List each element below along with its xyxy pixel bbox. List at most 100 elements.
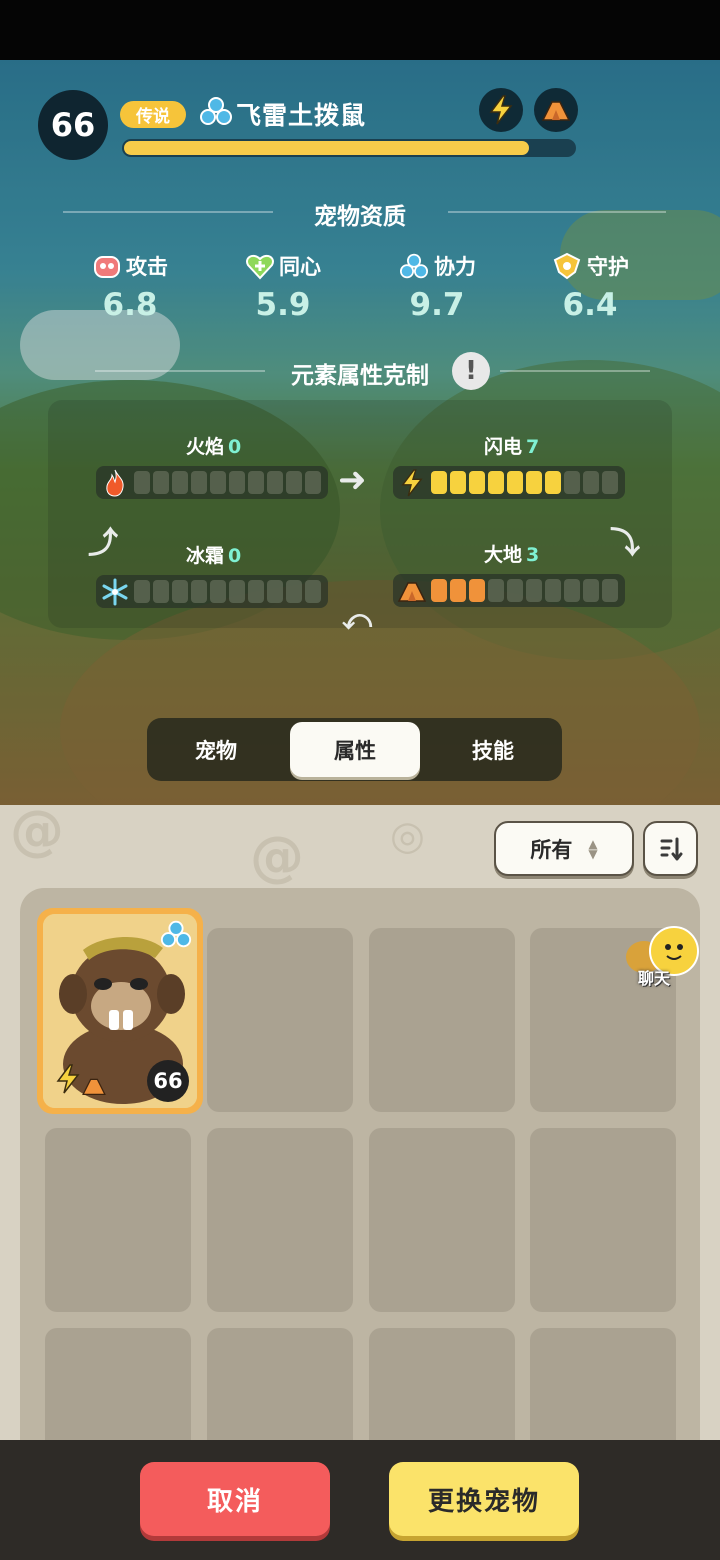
gauge-segment: [602, 579, 618, 602]
chat-label: 聊天: [638, 969, 671, 988]
gauge-segment: [210, 580, 226, 603]
gauge-segment: [602, 471, 618, 494]
gauge-segment: [134, 471, 150, 494]
gauge-segment: [134, 580, 150, 603]
decoration-swirl: @: [10, 805, 64, 862]
element-gauge-lightning: [393, 466, 625, 499]
divider: [500, 370, 650, 372]
element-gauge-earth: [393, 574, 625, 607]
decoration-swirl: @: [250, 825, 304, 888]
empty-slot[interactable]: [369, 1128, 515, 1312]
empty-slot[interactable]: [369, 928, 515, 1112]
stat-label: 守护: [587, 255, 629, 279]
stat-guard: 守护 6.4: [520, 251, 660, 323]
pet-card-selected[interactable]: 66: [37, 908, 203, 1114]
gauge-segment: [305, 580, 321, 603]
gauge-segment: [507, 579, 523, 602]
frost-icon: [100, 577, 130, 606]
guard-icon: [553, 252, 581, 280]
rarity-badge: 传说: [120, 101, 186, 128]
elements-title: 元素属性克制: [291, 363, 429, 389]
stat-value: 9.7: [409, 287, 465, 323]
chat-button[interactable]: 聊天: [622, 925, 706, 995]
earth-icon: [82, 1078, 106, 1095]
divider: [95, 370, 265, 372]
level-badge: 66: [38, 90, 108, 160]
quality-title: 宠物资质: [314, 204, 406, 230]
switch-pet-button[interactable]: 更换宠物: [389, 1462, 579, 1536]
info-icon[interactable]: !: [452, 352, 490, 390]
sort-button[interactable]: [643, 821, 698, 876]
gauge-segment: [564, 579, 580, 602]
action-bar: [0, 1440, 720, 1560]
earth-icon: [397, 576, 427, 605]
pet-name: 飞雷土拨鼠: [236, 101, 367, 130]
stat-label: 协力: [434, 255, 476, 279]
gauge-segment: [191, 580, 207, 603]
divider: [448, 211, 666, 213]
stat-value: 5.9: [255, 287, 311, 323]
exp-bar-fill: [124, 141, 529, 155]
empty-slot[interactable]: [45, 1128, 191, 1312]
gauge-segment: [286, 471, 302, 494]
pet-level-badge: 66: [147, 1060, 189, 1102]
fire-icon: [100, 468, 130, 497]
empty-slot[interactable]: [530, 1128, 676, 1312]
gauge-segment: [545, 471, 561, 494]
decoration-swirl: ◎: [390, 813, 425, 859]
element-gauge-frost: [96, 575, 328, 608]
stat-empathy: 同心 5.9: [213, 251, 353, 323]
sort-arrows-icon: ▲ ▼: [588, 836, 598, 861]
gauge-segment: [526, 471, 542, 494]
element-name: 火焰: [186, 436, 225, 458]
gauge-segment: [545, 579, 561, 602]
gauge-segment: [526, 579, 542, 602]
arrow-left-icon: ⤺: [342, 603, 372, 636]
gauge-segment: [431, 579, 447, 602]
tab-skills[interactable]: 技能: [428, 722, 558, 777]
element-name: 冰霜: [186, 545, 225, 567]
heart-icon: [246, 254, 274, 280]
gauge-segment: [248, 471, 264, 494]
lightning-icon: [56, 1064, 80, 1094]
gauge-segment: [229, 580, 245, 603]
element-label-earth: 大地 3: [484, 540, 539, 567]
earth-icon: [534, 88, 578, 132]
element-value: 7: [526, 436, 540, 458]
lightning-icon: [479, 88, 523, 132]
gauge-segment: [488, 471, 504, 494]
gauge-segment: [153, 580, 169, 603]
gauge-segment: [191, 471, 207, 494]
element-value: 0: [228, 436, 242, 458]
gauge-segment: [286, 580, 302, 603]
filter-label: 所有: [530, 837, 573, 862]
gauge-segment: [469, 579, 485, 602]
gauge-segment: [431, 471, 447, 494]
status-bar: [0, 0, 720, 60]
element-label-lightning: 闪电 7: [484, 432, 539, 459]
stat-label: 同心: [279, 255, 321, 279]
empty-slot[interactable]: [207, 928, 353, 1112]
tab-attributes[interactable]: 属性: [290, 722, 420, 777]
filter-dropdown[interactable]: 所有 ▲ ▼: [494, 821, 634, 876]
tab-pet[interactable]: 宠物: [151, 722, 281, 777]
tab-bar: 宠物 属性 技能: [147, 718, 562, 781]
element-name: 闪电: [484, 436, 523, 458]
cooperation-icon: [160, 920, 192, 948]
gauge-segment: [172, 580, 188, 603]
empty-slot[interactable]: [207, 1128, 353, 1312]
gauge-segment: [210, 471, 226, 494]
element-value: 0: [228, 545, 242, 567]
element-name: 大地: [484, 544, 523, 566]
gauge-segment: [564, 471, 580, 494]
element-value: 3: [526, 544, 540, 566]
gauge-segment: [248, 580, 264, 603]
stat-value: 6.4: [562, 287, 618, 323]
gauge-segment: [469, 471, 485, 494]
gauge-segment: [267, 471, 283, 494]
stat-attack: 攻击 6.8: [60, 251, 200, 323]
cancel-button[interactable]: 取消: [140, 1462, 330, 1536]
gauge-segment: [450, 579, 466, 602]
gauge-segment: [229, 471, 245, 494]
gauge-segment: [583, 471, 599, 494]
